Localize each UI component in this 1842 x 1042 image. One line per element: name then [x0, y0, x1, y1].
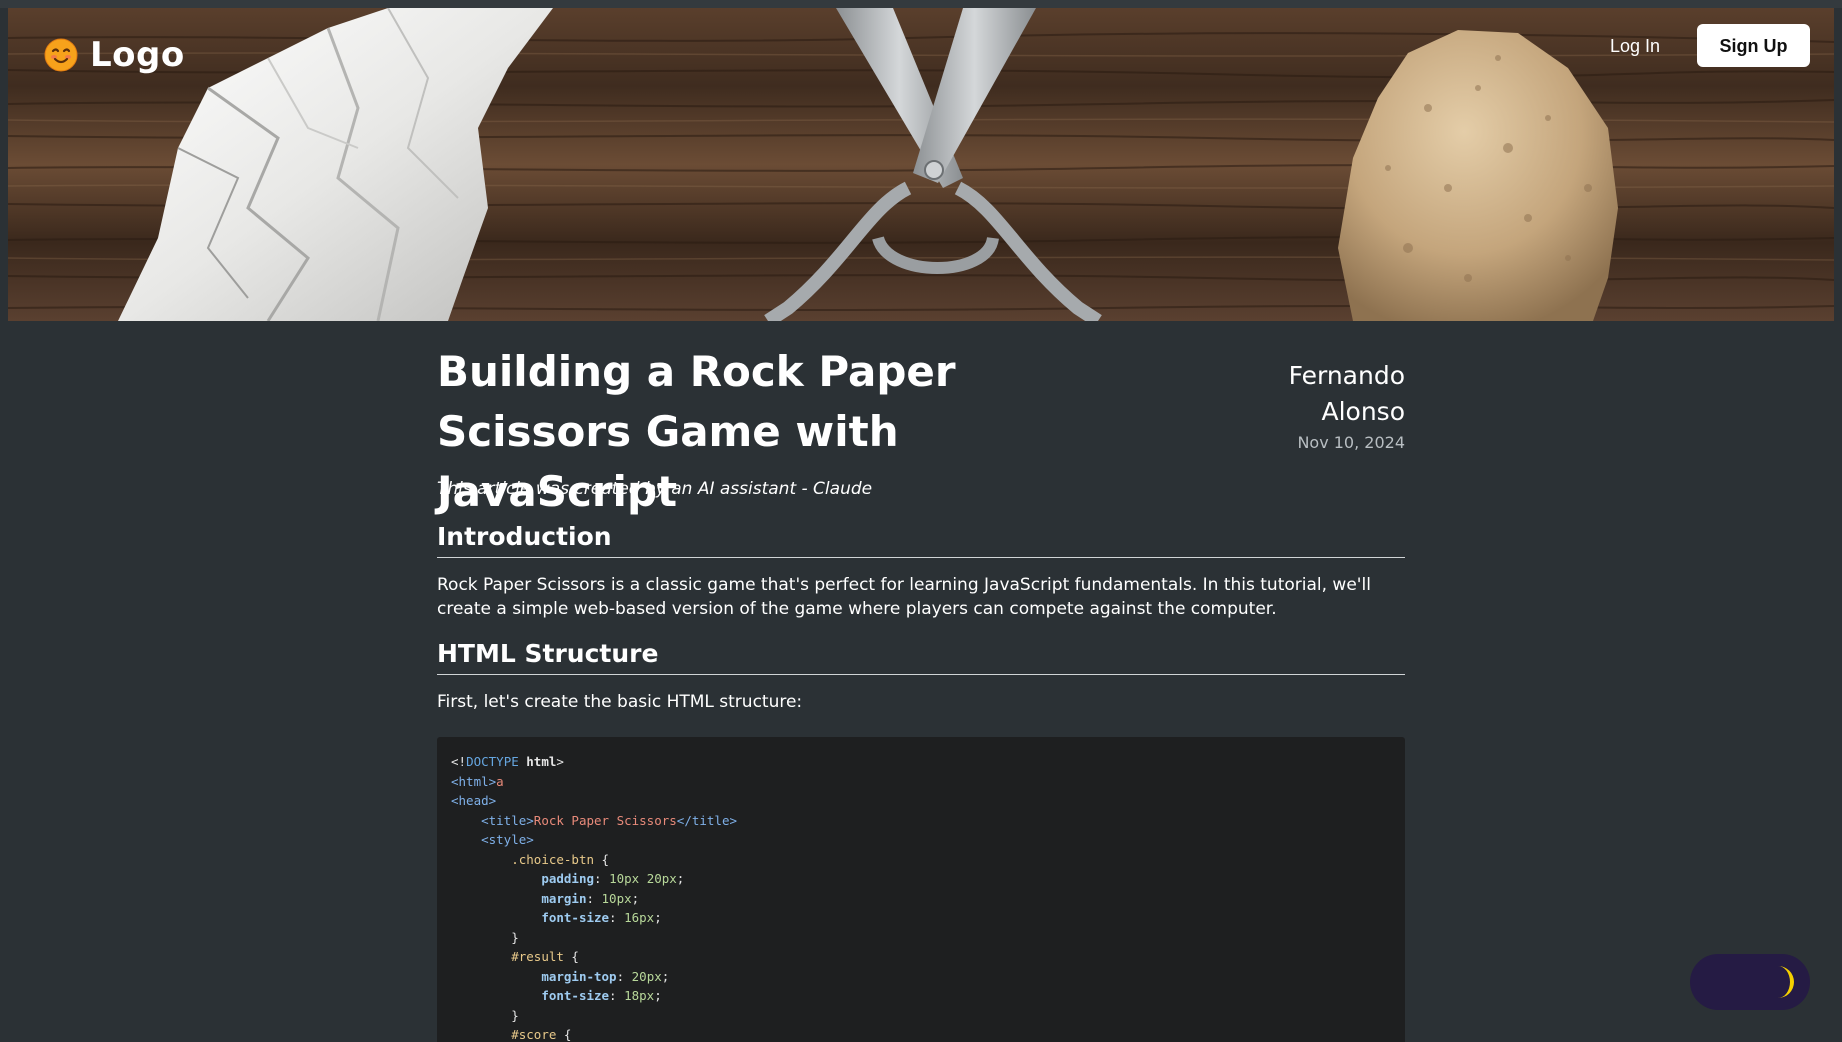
code-line: <html>a	[451, 772, 1391, 792]
code-line: font-size: 18px;	[451, 986, 1391, 1006]
code-line: <head>	[451, 791, 1391, 811]
code-token: :	[586, 890, 602, 906]
login-button[interactable]: Log In	[1585, 30, 1685, 60]
code-token: ;	[654, 910, 662, 925]
code-token: </title>	[676, 812, 738, 828]
code-token: :	[609, 910, 625, 925]
code-token: font-size	[541, 910, 610, 925]
moon-icon	[1778, 966, 1794, 998]
code-line: <style>	[451, 830, 1391, 850]
top-strip	[0, 0, 1842, 8]
code-line: padding: 10px 20px;	[451, 869, 1391, 889]
code-line: <!DOCTYPE html>	[451, 752, 1391, 772]
code-line: #score {	[451, 1025, 1391, 1042]
code-token: margin	[541, 890, 587, 906]
code-token: :	[594, 871, 610, 886]
code-token: Rock Paper Scissors	[533, 812, 677, 828]
code-line: margin: 10px;	[451, 889, 1391, 909]
code-token: {	[594, 851, 610, 867]
hero-image: Logo Log In Sign Up	[8, 8, 1834, 321]
author-name: Fernando Alonso	[1288, 361, 1405, 426]
code-token: #score	[511, 1027, 557, 1042]
code-token: ;	[661, 968, 670, 984]
code-line: }	[451, 1006, 1391, 1026]
code-block: <!DOCTYPE html> <html>a <head> <title>Rock…	[437, 737, 1405, 1042]
code-line: font-size: 16px;	[451, 908, 1391, 928]
code-token: 10px 20px	[609, 871, 677, 886]
code-token: font-size	[541, 988, 610, 1003]
code-line: margin-top: 20px;	[451, 967, 1391, 987]
code-token: :	[616, 968, 632, 984]
code-token: ;	[654, 988, 662, 1003]
code-token: >	[556, 754, 564, 769]
section-heading-html-structure: HTML Structure	[437, 639, 1405, 675]
code-token: <html>	[451, 773, 497, 789]
code-token: }	[451, 929, 519, 945]
code-token: 18px	[624, 988, 655, 1003]
ai-disclaimer: This article was created by an AI assist…	[437, 479, 873, 499]
section-paragraph-html-structure: First, let's create the basic HTML struc…	[437, 692, 803, 712]
code-token: 20px	[631, 968, 662, 984]
code-token: <!	[451, 754, 467, 769]
code-token: 10px	[601, 890, 632, 906]
code-token: <head>	[451, 793, 497, 808]
code-token: .choice-btn	[511, 851, 595, 867]
code-token: #result	[511, 949, 564, 964]
code-token: {	[556, 1027, 572, 1042]
code-token: 16px	[624, 910, 655, 925]
code-line: <title>Rock Paper Scissors</title>	[451, 811, 1391, 831]
code-token: padding	[541, 871, 594, 886]
logo-text: Logo	[90, 35, 185, 75]
code-line: }	[451, 928, 1391, 948]
code-token: margin-top	[541, 968, 617, 984]
smile-face-icon	[44, 38, 78, 72]
code-line: .choice-btn {	[451, 850, 1391, 870]
page: Logo Log In Sign Up Building a Rock Pape…	[0, 0, 1842, 1042]
code-token: <title>	[481, 812, 534, 828]
code-token: a	[496, 773, 504, 789]
code-token: ;	[631, 890, 640, 906]
code-line: #result {	[451, 947, 1391, 967]
code-token: {	[563, 949, 579, 964]
author-block: Fernando Alonso Nov 10, 2024	[1275, 358, 1405, 454]
section-heading-introduction: Introduction	[437, 522, 1405, 558]
code-token: DOCTYPE	[466, 754, 519, 769]
logo-link[interactable]: Logo	[44, 35, 185, 75]
publish-date: Nov 10, 2024	[1297, 433, 1405, 452]
section-paragraph-introduction: Rock Paper Scissors is a classic game th…	[437, 575, 1371, 619]
signup-button[interactable]: Sign Up	[1697, 24, 1810, 67]
code-token: :	[609, 988, 625, 1003]
code-token: <style>	[481, 832, 534, 847]
code-token: }	[451, 1007, 519, 1023]
code-token: html	[526, 754, 557, 769]
code-token: ;	[676, 871, 685, 886]
theme-toggle[interactable]	[1690, 954, 1810, 1010]
hero-illustration	[8, 8, 1834, 321]
